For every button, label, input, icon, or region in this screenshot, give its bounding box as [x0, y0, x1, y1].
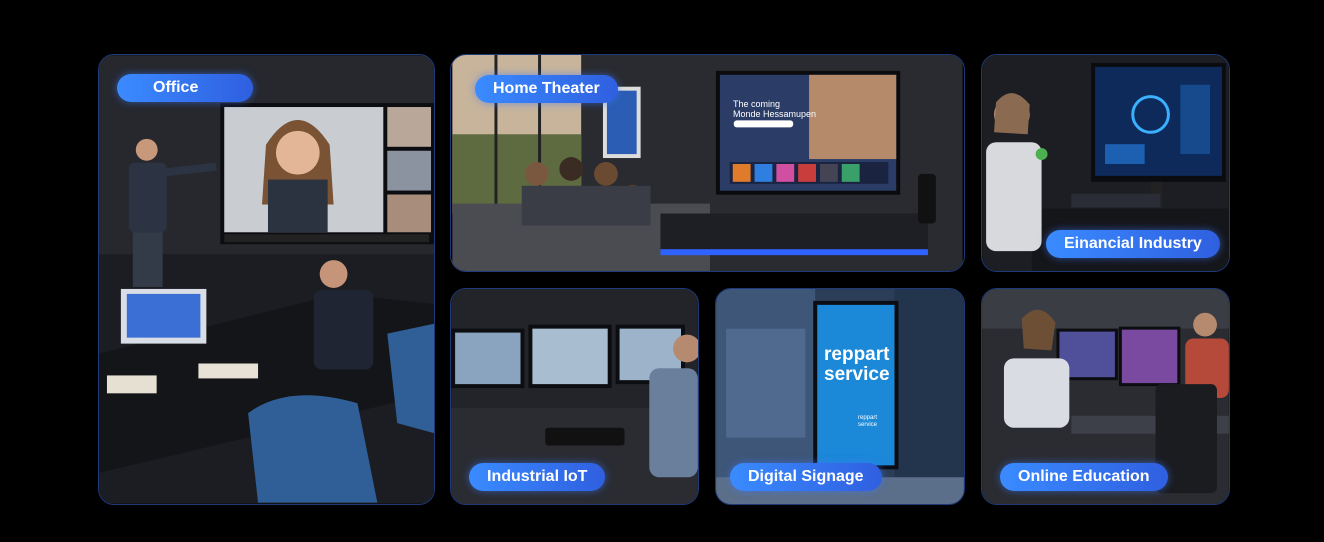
tile-home-theater[interactable]: Home Theater The coming Monde Hessamupen [450, 54, 965, 272]
iot-label: Industrial IoT [469, 463, 606, 491]
tile-industrial-iot[interactable]: Industrial IoT [450, 288, 699, 505]
signage-screen-text: reppart service [824, 344, 890, 385]
tile-office[interactable]: Office [98, 54, 435, 505]
tv-headline: The coming Monde Hessamupen [733, 99, 816, 119]
signage-screen-small-text: reppart service [858, 415, 878, 428]
tile-online-education[interactable]: Online Education [981, 288, 1230, 505]
office-scene [99, 55, 434, 504]
home-theater-label: Home Theater [475, 75, 618, 103]
tv-headline-line-2: Monde Hessamupen [733, 109, 817, 119]
signage-label: Digital Signage [730, 463, 882, 491]
tv-headline-line-1: The coming [733, 99, 781, 109]
tile-financial-industry[interactable]: Einancial Industry [981, 54, 1230, 272]
tile-digital-signage[interactable]: reppart service reppart service Digital … [715, 288, 965, 505]
financial-label: Einancial Industry [1046, 230, 1220, 258]
education-label: Online Education [1000, 463, 1168, 491]
office-label: Office [117, 74, 253, 102]
